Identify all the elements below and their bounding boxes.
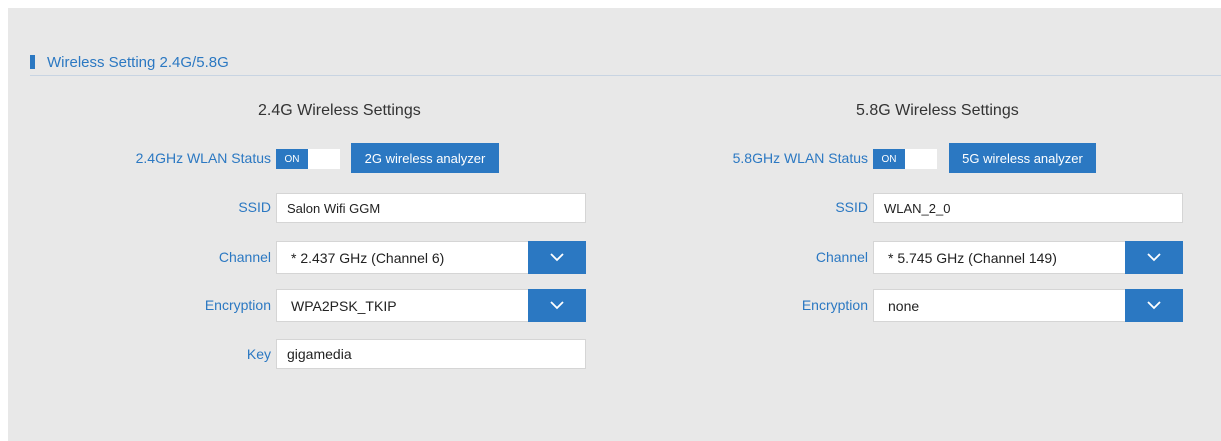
band58-encryption-select[interactable]: none <box>873 289 1183 322</box>
toggle-on-label: ON <box>873 149 905 169</box>
chevron-down-icon[interactable] <box>1125 241 1183 274</box>
band24-status-label: 2.4GHz WLAN Status <box>135 150 271 166</box>
toggle-off-area <box>905 149 937 169</box>
section-title: Wireless Setting 2.4G/5.8G <box>47 53 229 71</box>
band24-ssid-label: SSID <box>238 199 271 215</box>
band58-encryption-value: none <box>888 297 920 314</box>
band58-analyzer-button[interactable]: 5G wireless analyzer <box>949 143 1096 173</box>
band24-channel-select[interactable]: * 2.437 GHz (Channel 6) <box>276 241 586 274</box>
band58-channel-label: Channel <box>815 249 868 265</box>
band58-ssid-label: SSID <box>835 199 868 215</box>
band58-title: 5.8G Wireless Settings <box>856 102 1019 119</box>
section-header: Wireless Setting 2.4G/5.8G <box>30 52 229 72</box>
band24-encryption-label: Encryption <box>204 297 271 313</box>
band24-channel-value: * 2.437 GHz (Channel 6) <box>291 249 445 266</box>
band24-title: 2.4G Wireless Settings <box>258 102 421 119</box>
band58-channel-value: * 5.745 GHz (Channel 149) <box>888 249 1057 266</box>
section-marker <box>30 55 35 69</box>
toggle-on-label: ON <box>276 149 308 169</box>
section-divider <box>30 75 1221 76</box>
chevron-down-icon[interactable] <box>528 289 586 322</box>
settings-panel <box>8 8 1221 441</box>
band24-key-label: Key <box>246 346 271 362</box>
band58-channel-select[interactable]: * 5.745 GHz (Channel 149) <box>873 241 1183 274</box>
band24-ssid-input[interactable] <box>276 193 586 223</box>
band24-encryption-value: WPA2PSK_TKIP <box>291 297 397 314</box>
band24-wlan-toggle[interactable]: ON <box>276 149 340 169</box>
chevron-down-icon[interactable] <box>528 241 586 274</box>
band58-wlan-toggle[interactable]: ON <box>873 149 937 169</box>
band24-encryption-select[interactable]: WPA2PSK_TKIP <box>276 289 586 322</box>
band24-analyzer-button[interactable]: 2G wireless analyzer <box>351 143 499 173</box>
band24-key-input[interactable] <box>276 339 586 369</box>
band58-ssid-input[interactable] <box>873 193 1183 223</box>
toggle-off-area <box>308 149 340 169</box>
band58-status-label: 5.8GHz WLAN Status <box>732 150 868 166</box>
chevron-down-icon[interactable] <box>1125 289 1183 322</box>
band58-encryption-label: Encryption <box>801 297 868 313</box>
band24-channel-label: Channel <box>218 249 271 265</box>
